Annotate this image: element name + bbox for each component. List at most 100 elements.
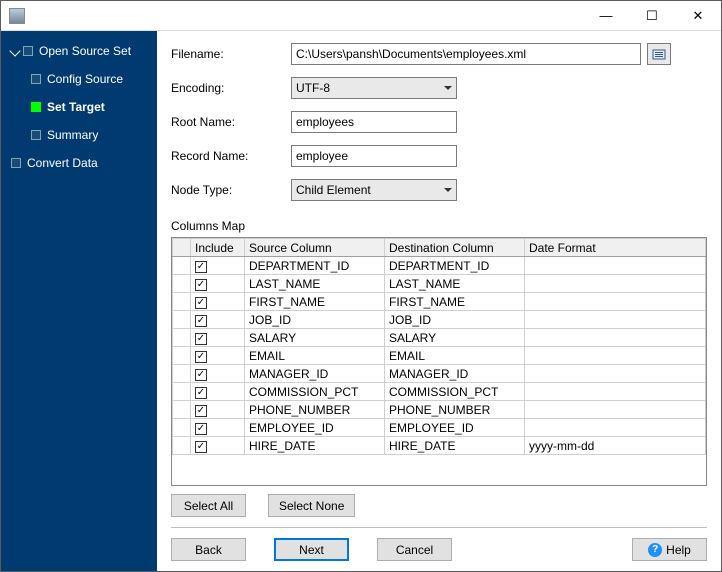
row-handle[interactable] (173, 293, 191, 311)
encoding-combo[interactable]: UTF-8 (291, 77, 457, 99)
include-checkbox[interactable]: ✓ (195, 423, 207, 435)
source-column-cell[interactable]: EMPLOYEE_ID (245, 419, 385, 437)
table-row[interactable]: ✓ MANAGER_IDMANAGER_ID (173, 365, 706, 383)
select-all-button[interactable]: Select All (171, 494, 246, 517)
destination-column-cell[interactable]: JOB_ID (385, 311, 525, 329)
grid-header-date-format[interactable]: Date Format (525, 239, 706, 257)
date-format-cell[interactable] (525, 329, 706, 347)
table-row[interactable]: ✓ LAST_NAMELAST_NAME (173, 275, 706, 293)
include-checkbox[interactable]: ✓ (195, 315, 207, 327)
sidebar-item-set-target[interactable]: Set Target (1, 93, 157, 121)
destination-column-cell[interactable]: EMPLOYEE_ID (385, 419, 525, 437)
source-column-cell[interactable]: FIRST_NAME (245, 293, 385, 311)
include-checkbox[interactable]: ✓ (195, 369, 207, 381)
include-cell[interactable]: ✓ (191, 293, 245, 311)
row-handle[interactable] (173, 275, 191, 293)
back-button[interactable]: Back (171, 538, 246, 561)
source-column-cell[interactable]: MANAGER_ID (245, 365, 385, 383)
destination-column-cell[interactable]: DEPARTMENT_ID (385, 257, 525, 275)
date-format-cell[interactable] (525, 347, 706, 365)
include-cell[interactable]: ✓ (191, 347, 245, 365)
sidebar-item-summary[interactable]: Summary (1, 121, 157, 149)
row-handle[interactable] (173, 311, 191, 329)
date-format-cell[interactable] (525, 401, 706, 419)
browse-button[interactable] (647, 43, 671, 65)
source-column-cell[interactable]: LAST_NAME (245, 275, 385, 293)
include-cell[interactable]: ✓ (191, 311, 245, 329)
include-checkbox[interactable]: ✓ (195, 279, 207, 291)
row-handle[interactable] (173, 257, 191, 275)
table-row[interactable]: ✓ COMMISSION_PCTCOMMISSION_PCT (173, 383, 706, 401)
help-button[interactable]: ? Help (632, 538, 707, 561)
grid-header-include[interactable]: Include (191, 239, 245, 257)
grid-header-destination[interactable]: Destination Column (385, 239, 525, 257)
destination-column-cell[interactable]: COMMISSION_PCT (385, 383, 525, 401)
close-button[interactable]: ✕ (675, 1, 721, 30)
include-cell[interactable]: ✓ (191, 365, 245, 383)
node-type-combo[interactable]: Child Element (291, 179, 457, 201)
date-format-cell[interactable] (525, 365, 706, 383)
source-column-cell[interactable]: HIRE_DATE (245, 437, 385, 455)
source-column-cell[interactable]: COMMISSION_PCT (245, 383, 385, 401)
include-cell[interactable]: ✓ (191, 419, 245, 437)
include-checkbox[interactable]: ✓ (195, 405, 207, 417)
source-column-cell[interactable]: JOB_ID (245, 311, 385, 329)
date-format-cell[interactable] (525, 293, 706, 311)
include-cell[interactable]: ✓ (191, 437, 245, 455)
minimize-button[interactable]: — (583, 1, 629, 30)
table-row[interactable]: ✓SALARYSALARY (173, 329, 706, 347)
source-column-cell[interactable]: EMAIL (245, 347, 385, 365)
root-name-input[interactable] (291, 111, 457, 133)
include-checkbox[interactable]: ✓ (195, 351, 207, 363)
date-format-cell[interactable] (525, 257, 706, 275)
include-checkbox[interactable]: ✓ (195, 297, 207, 309)
include-cell[interactable]: ✓ (191, 329, 245, 347)
filename-input[interactable] (291, 43, 641, 65)
record-name-input[interactable] (291, 145, 457, 167)
row-handle[interactable] (173, 365, 191, 383)
maximize-button[interactable]: ☐ (629, 1, 675, 30)
table-row[interactable]: ✓ PHONE_NUMBERPHONE_NUMBER (173, 401, 706, 419)
table-row[interactable]: ✓ JOB_IDJOB_ID (173, 311, 706, 329)
date-format-cell[interactable] (525, 311, 706, 329)
table-row[interactable]: ✓HIRE_DATEHIRE_DATEyyyy-mm-dd (173, 437, 706, 455)
destination-column-cell[interactable]: HIRE_DATE (385, 437, 525, 455)
sidebar-item-config-source[interactable]: Config Source (1, 65, 157, 93)
row-handle[interactable] (173, 329, 191, 347)
row-handle[interactable] (173, 347, 191, 365)
include-cell[interactable]: ✓ (191, 383, 245, 401)
row-handle[interactable] (173, 437, 191, 455)
include-cell[interactable]: ✓ (191, 275, 245, 293)
destination-column-cell[interactable]: MANAGER_ID (385, 365, 525, 383)
row-handle[interactable] (173, 401, 191, 419)
source-column-cell[interactable]: SALARY (245, 329, 385, 347)
source-column-cell[interactable]: DEPARTMENT_ID (245, 257, 385, 275)
next-button[interactable]: Next (274, 538, 349, 561)
cancel-button[interactable]: Cancel (377, 538, 452, 561)
grid-header-source[interactable]: Source Column (245, 239, 385, 257)
destination-column-cell[interactable]: PHONE_NUMBER (385, 401, 525, 419)
include-checkbox[interactable]: ✓ (195, 441, 207, 453)
date-format-cell[interactable] (525, 419, 706, 437)
date-format-cell[interactable] (525, 383, 706, 401)
include-checkbox[interactable]: ✓ (195, 333, 207, 345)
row-handle[interactable] (173, 383, 191, 401)
include-cell[interactable]: ✓ (191, 257, 245, 275)
table-row[interactable]: ✓ FIRST_NAMEFIRST_NAME (173, 293, 706, 311)
table-row[interactable]: ✓ EMAILEMAIL (173, 347, 706, 365)
source-column-cell[interactable]: PHONE_NUMBER (245, 401, 385, 419)
destination-column-cell[interactable]: FIRST_NAME (385, 293, 525, 311)
select-none-button[interactable]: Select None (268, 494, 355, 517)
table-row[interactable]: ✓ DEPARTMENT_IDDEPARTMENT_ID (173, 257, 706, 275)
row-handle[interactable] (173, 419, 191, 437)
include-cell[interactable]: ✓ (191, 401, 245, 419)
include-checkbox[interactable]: ✓ (195, 387, 207, 399)
destination-column-cell[interactable]: EMAIL (385, 347, 525, 365)
destination-column-cell[interactable]: LAST_NAME (385, 275, 525, 293)
date-format-cell[interactable]: yyyy-mm-dd (525, 437, 706, 455)
include-checkbox[interactable]: ✓ (195, 261, 207, 273)
date-format-cell[interactable] (525, 275, 706, 293)
sidebar-item-convert-data[interactable]: Convert Data (1, 149, 157, 177)
table-row[interactable]: ✓ EMPLOYEE_IDEMPLOYEE_ID (173, 419, 706, 437)
sidebar-item-open-source-set[interactable]: Open Source Set (1, 37, 157, 65)
